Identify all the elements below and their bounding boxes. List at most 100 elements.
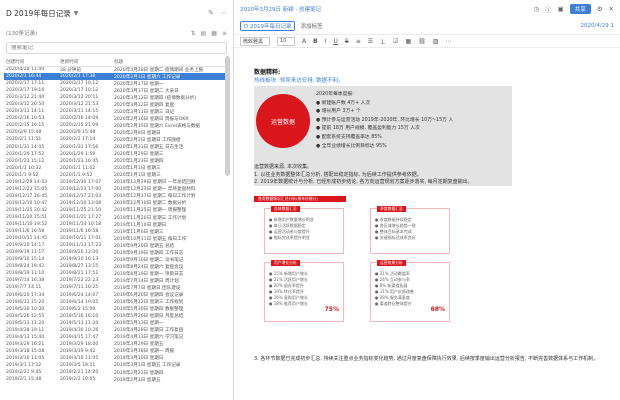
table-row[interactable]: 2019/6/20 17:34 2019/6/24 14:07 2019年6月20日… — [4, 292, 230, 299]
table-icon[interactable]: ▦ — [406, 38, 412, 45]
table-row[interactable]: 2019/9/10 15:14 2019/9/10 16:13 2019年9月10日… — [4, 256, 230, 263]
table-row[interactable]: 2019/9/20 14:17 2019/11/13 17:23 2019年9月20… — [4, 242, 230, 249]
clock-icon[interactable]: ◷ — [533, 5, 539, 13]
table-row[interactable]: 2019/7/14 16:38 2019/7/22 22:23 2019年7月14日… — [4, 277, 230, 284]
table-row[interactable]: 2019/3/1 17:12 2019/3/5 18:11 2019年3月1日 星期… — [4, 362, 230, 369]
menu-icon[interactable]: ≡ — [222, 30, 227, 37]
table-row[interactable]: 2019/12/23 15:05 2019/12/23 17:00 2019年12月… — [4, 186, 230, 193]
card-big-value: 75% — [324, 306, 339, 313]
chat-icon[interactable]: ▣ — [558, 5, 564, 13]
list-scrollbar[interactable] — [225, 56, 230, 176]
table-row[interactable]: 2020/2/1 16:44 2020/2/1 17:38 2020年2月1日 星期… — [4, 73, 230, 81]
add-tag-hint[interactable]: 添加标签 — [300, 22, 322, 30]
image-icon[interactable]: ▨ — [433, 38, 439, 45]
table-row[interactable]: 2019/5/13 11:20 2019/5/13 11:20 2019年5月13日… — [4, 320, 230, 327]
number-list-icon[interactable]: ⒈ — [380, 37, 386, 46]
breadcrumb[interactable]: 2020年3月29日 新颖 · 创建笔记 — [240, 5, 321, 13]
table-row[interactable]: 2020/3/17 19:16 2020/3/17 10:12 2020年3月17日… — [4, 87, 230, 94]
cell-title: 2020年1月23日 星期四 — [114, 159, 164, 165]
table-row[interactable]: 2019/10/11 14:45 2019/10/11 17:01 2019年10月… — [4, 235, 230, 242]
table-row[interactable]: 2019/2/1 15:48 2019/2/2 10:05 2019年2月1日 星期… — [4, 376, 230, 383]
align-icon[interactable]: ≡ — [356, 38, 361, 45]
cell-created: 2019/12/10 10:47 — [6, 200, 48, 206]
column-header-created[interactable]: 创建时间 — [4, 58, 58, 67]
gear-icon[interactable]: ⚙ — [597, 5, 603, 13]
table-row[interactable]: 2019/9/19 11:17 2019/9/20 13:00 2019年9月19日… — [4, 249, 230, 256]
more-format-icon[interactable]: ⋯ — [445, 38, 451, 45]
view-icon[interactable]: ▤ — [201, 30, 207, 37]
table-row[interactable]: 2020/2/1 11:51 2020/2/2 17:14 2020年2月2日 星期… — [4, 136, 230, 143]
notebook-tag[interactable]: D 2019年每日记录 — [240, 21, 296, 31]
table-row[interactable]: 2020/1/29 17:52 2020/1/29 1:59 2020年1月29日 … — [4, 151, 230, 158]
bold-icon[interactable]: B — [313, 38, 318, 45]
column-header-title[interactable]: 标题 — [112, 58, 230, 67]
cell-updated: 2019/3/19 9:42 — [60, 348, 96, 354]
cell-updated: 2019/4/30 10:26 — [60, 327, 99, 333]
search-input[interactable] — [11, 45, 222, 51]
table-row[interactable]: 2020/4/28 11:40 28 分钟前 2020年4月28日 星期二 疫情期间… — [4, 66, 230, 73]
column-header-updated[interactable]: 更新时间 — [58, 58, 112, 67]
table-row[interactable]: 2019/4/28 19:11 2019/4/30 10:26 2019年4月28日… — [4, 327, 230, 334]
table-row[interactable]: 2019/8/19 11:10 2019/8/21 17:51 2019年8月19日… — [4, 270, 230, 277]
table-row[interactable]: 2020/1/31 14:05 2020/1/31 17:56 2020年1月31日… — [4, 144, 230, 151]
close-icon[interactable]: ✕ — [609, 5, 614, 13]
table-row[interactable]: 2019/12/29 14:03 2019/12/30 17:07 2019年12月… — [4, 179, 230, 186]
note-content[interactable]: 数据精粹: 热线板块: 领导来访安排, 数据不利。 运营数据 2020年每季度报… — [234, 48, 620, 400]
table-row[interactable]: 2020/3/12 20:50 2020/3/12 21:53 2020年3月12日… — [4, 101, 230, 108]
table-row[interactable]: 2020/3/11 14:11 2020/3/11 14:15 2020年3月11日… — [4, 108, 230, 115]
paragraph: 2. 2019年数据统计与分析, 已经形成初步结论, 各方向运营规划方案逐步落实… — [254, 179, 473, 185]
table-row[interactable]: 2019/12/17 16:45 2019/12/17 21:03 2019年12月… — [4, 193, 230, 200]
bullet-list-icon[interactable]: ☰ — [368, 38, 373, 45]
table-row[interactable]: 2020/2/15 16:15 2020/2/15 21:09 2020年2月15日… — [4, 122, 230, 129]
more-icon[interactable]: ⋯ — [220, 9, 227, 17]
table-row[interactable]: 2020/2/9 15:48 2020/2/9 15:48 2020年2月9日 星期… — [4, 129, 230, 136]
italic-icon[interactable]: I — [325, 38, 327, 45]
cell-updated: 2020/2/2 17:14 — [60, 137, 96, 143]
table-row[interactable]: 2019/6/12 15:20 2019/6/14 19:05 2019年6月12日… — [4, 299, 230, 306]
table-row[interactable]: 2020/1/23 15:12 2020/1/23 16:45 2020年1月23日… — [4, 158, 230, 165]
underline-icon[interactable]: U — [333, 38, 337, 45]
search-box[interactable] — [6, 42, 227, 54]
table-row[interactable]: 2019/2/21 9:45 2019/2/21 14:20 2019年2月21日 … — [4, 369, 230, 376]
font-size-select[interactable]: 10 — [277, 36, 295, 46]
text-color-icon[interactable]: A — [302, 38, 306, 45]
table-row[interactable]: 2019/11/10 19:52 2019/11/14 10:18 2019年11月… — [4, 221, 230, 228]
table-row[interactable]: 2019/3/18 15:08 2019/3/19 9:42 2019年3月18日 … — [4, 348, 230, 355]
checkbox-icon[interactable]: ☑ — [393, 38, 398, 45]
table-row[interactable]: 2019/11/6 16:58 2019/11/6 16:58 2019年11月6日… — [4, 228, 230, 235]
cell-title: 2019年9月10日 星期二 读书笔记 — [114, 257, 184, 263]
table-row[interactable]: 2019/8/24 19:42 2019/8/27 13:15 2019年8月24日… — [4, 263, 230, 270]
table-row[interactable]: 2019/4/13 15:40 2019/4/15 17:47 2019年4月13日… — [4, 334, 230, 341]
strike-icon[interactable]: S — [345, 38, 349, 45]
link-icon[interactable]: ⛓ — [418, 38, 426, 45]
table-header-row: 创建时间 更新时间 标题 — [4, 58, 230, 67]
table-row[interactable]: 2019/3/10 11:05 2019/3/10 11:05 2019年3月10日… — [4, 355, 230, 362]
grid-icon[interactable]: ▦ — [211, 30, 217, 37]
font-family-select[interactable]: 微软雅黑 — [240, 36, 270, 46]
info-icon[interactable]: ⓘ — [545, 4, 552, 14]
table-row[interactable]: 2020/3/12 21:40 2020/3/12 20:11 2020年3月12日… — [4, 94, 230, 101]
table-row[interactable]: 2019/5/30 10:30 2019/6/2 15:09 2019年5月30日 … — [4, 306, 230, 313]
edit-icon[interactable]: ✎ — [208, 9, 214, 17]
chevron-down-icon[interactable]: ▼ — [74, 10, 79, 17]
share-button[interactable]: 共享 — [569, 4, 591, 14]
table-row[interactable]: 2019/5/26 12:55 2019/5/30 16:10 2019年5月26日… — [4, 313, 230, 320]
cell-updated: 2019/10/11 17:01 — [60, 236, 102, 242]
table-row[interactable]: 2019/3/29 16:21 2019/3/29 18:00 2019年3月29日… — [4, 341, 230, 348]
cell-created: 2019/10/11 14:45 — [6, 236, 48, 242]
table-row[interactable]: 2019/11/25 20:42 2019/11/25 21:10 2019年11月… — [4, 207, 230, 214]
cell-updated: 2019/7/22 22:23 — [60, 278, 99, 284]
table-row[interactable]: 2020/1/1 9:52 2020/1/1 9:52 2020年1月1日 星期三 — [4, 172, 230, 179]
table-row[interactable]: 2019/12/10 10:47 2019/12/10 13:08 2019年12月… — [4, 200, 230, 207]
table-row[interactable]: 2020/2/16 10:53 2020/2/16 14:09 2020年2月16日… — [4, 115, 230, 122]
cell-created: 2020/1/23 15:12 — [6, 158, 45, 164]
sort-icon[interactable]: ⇅ — [191, 30, 196, 37]
cell-created: 2020/3/17 19:16 — [6, 88, 45, 94]
notebook-title[interactable]: D 2019年每日记录 — [6, 8, 71, 19]
cell-title: 2020年3月12日 星期四 复盘 — [114, 102, 175, 108]
table-row[interactable]: 2020/2/17 17:11 2020/2/17 10:12 2020年2月17日… — [4, 80, 230, 87]
table-row[interactable]: 2019/11/20 15:51 2019/11/21 17:27 2019年11月… — [4, 214, 230, 221]
table-row[interactable]: 2020/1/1 10:32 2020/1/1 11:02 2020年1月1日 星期… — [4, 165, 230, 172]
table-row[interactable]: 2019/7/7 14:11 2019/7/11 10:25 2019年7月7日 星… — [4, 284, 230, 291]
doc-subtitle: 热线板块: 领导来访安排, 数据不利。 — [254, 78, 344, 84]
